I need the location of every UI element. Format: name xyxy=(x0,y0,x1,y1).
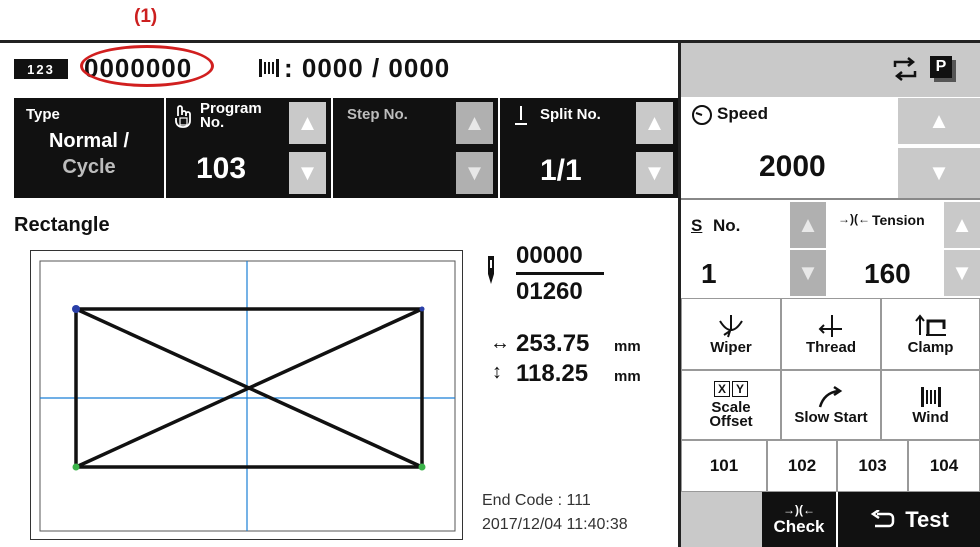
arrow-up-icon: ▲ xyxy=(643,110,666,135)
arrow-up-icon: ▲ xyxy=(463,110,486,135)
test-label: Test xyxy=(905,506,949,532)
wiper-button[interactable]: Wiper xyxy=(681,298,781,370)
step-label: Step No. xyxy=(347,106,408,123)
pattern-drawing xyxy=(39,260,456,532)
program-label: Program No. xyxy=(200,100,262,131)
callout-ellipse xyxy=(80,45,214,87)
clamp-icon xyxy=(914,313,946,336)
corner-point xyxy=(72,463,80,471)
speed-down-button[interactable]: ▼ xyxy=(898,148,980,198)
wind-label: Wind xyxy=(912,408,949,426)
type-value-line2: Cycle xyxy=(62,156,116,178)
arrow-up-icon: ▲ xyxy=(951,212,973,237)
stitch-total: 01260 xyxy=(516,278,583,305)
arrow-down-icon: ▼ xyxy=(951,260,973,285)
program-shortcut-button[interactable]: 104 xyxy=(908,440,980,492)
stitch-current: 00000 xyxy=(516,242,583,269)
type-value-line1: Normal / xyxy=(48,130,130,152)
program-shortcut-button[interactable]: 102 xyxy=(767,440,837,492)
pattern-preview[interactable] xyxy=(30,250,463,540)
s-number-down-button[interactable]: ▼ xyxy=(790,250,826,296)
s-number-value: 1 xyxy=(701,258,717,289)
needle-icon xyxy=(483,254,499,286)
arrow-down-icon: ▼ xyxy=(296,160,319,185)
wind-button[interactable]: Wind xyxy=(881,370,980,440)
arrow-up-icon: ▲ xyxy=(928,108,950,133)
split-down-button[interactable]: ▼ xyxy=(636,152,673,194)
tension-value: 160 xyxy=(864,258,911,289)
width-value: 253.75 xyxy=(516,330,590,357)
program-hand-icon xyxy=(172,104,194,130)
check-label: Check xyxy=(773,516,825,536)
step-up-button[interactable]: ▲ xyxy=(456,102,493,144)
xy-icon: X Y xyxy=(714,381,748,397)
tension-up-button[interactable]: ▲ xyxy=(944,202,980,248)
split-label: Split No. xyxy=(540,106,601,123)
speed-value: 2000 xyxy=(759,150,826,183)
speed-up-button[interactable]: ▲ xyxy=(898,98,980,146)
arrow-up-icon: ▲ xyxy=(797,212,819,237)
step-down-button[interactable]: ▼ xyxy=(456,152,493,194)
bobbin-wind-icon xyxy=(920,386,941,407)
start-point xyxy=(72,305,80,313)
program-shortcut-button[interactable]: 103 xyxy=(837,440,908,492)
slow-start-icon xyxy=(818,385,843,407)
program-down-button[interactable]: ▼ xyxy=(289,152,326,194)
end-code: End Code : 111 xyxy=(482,492,591,509)
program-shortcut-button[interactable]: 101 xyxy=(681,440,767,492)
s-glyph: S xyxy=(691,216,703,235)
callout-label: (1) xyxy=(134,6,158,27)
cycle-switch-icon[interactable] xyxy=(890,55,920,83)
bobbin-counter[interactable]: : 0000 / 0000 xyxy=(284,53,450,84)
thread-trim-icon xyxy=(818,314,842,337)
speed-label: Speed xyxy=(717,104,769,123)
speed-gauge-icon xyxy=(691,104,713,126)
s-number-label: No. xyxy=(713,216,741,235)
return-arrow-icon xyxy=(870,509,895,527)
counter-icon: 123 xyxy=(14,59,68,79)
check-tension-icon: →)(← xyxy=(783,502,815,517)
height-value: 118.25 xyxy=(516,360,589,387)
timestamp: 2017/12/04 11:40:38 xyxy=(482,516,628,533)
wiper-icon xyxy=(719,314,743,337)
type-label: Type xyxy=(26,106,60,123)
slow-start-button[interactable]: Slow Start xyxy=(781,370,881,440)
program-number: 103 xyxy=(196,152,247,185)
bobbin-wind-icon xyxy=(258,57,280,79)
type-panel[interactable]: Type Normal / Cycle xyxy=(14,98,164,198)
arrow-down-icon: ▼ xyxy=(797,260,819,285)
corner-point xyxy=(418,463,426,471)
split-up-button[interactable]: ▲ xyxy=(636,102,673,144)
thread-label: Thread xyxy=(805,338,856,356)
corner-point xyxy=(419,306,425,312)
test-button[interactable]: Test xyxy=(838,492,980,547)
tension-down-button[interactable]: ▼ xyxy=(944,250,980,296)
program-up-button[interactable]: ▲ xyxy=(289,102,326,144)
split-value: 1/1 xyxy=(540,154,582,187)
scale-offset-button[interactable]: X Y Scale Offset xyxy=(681,370,781,440)
program-mode-icon[interactable]: P xyxy=(930,56,956,82)
width-icon: ↔ xyxy=(490,332,510,354)
height-icon: ↕ xyxy=(492,361,502,383)
width-unit: mm xyxy=(614,338,641,355)
fraction-bar xyxy=(516,272,604,275)
clamp-label: Clamp xyxy=(907,338,954,356)
thread-button[interactable]: Thread xyxy=(781,298,881,370)
tension-icon: →)(← xyxy=(838,212,870,226)
arrow-down-icon: ▼ xyxy=(463,160,486,185)
offset-label: Offset xyxy=(709,413,753,430)
arrow-up-icon: ▲ xyxy=(296,110,319,135)
arrow-down-icon: ▼ xyxy=(643,160,666,185)
bottom-blank xyxy=(681,492,762,547)
needle-icon xyxy=(514,104,528,128)
slow-start-label: Slow Start xyxy=(794,408,868,426)
pattern-name: Rectangle xyxy=(14,214,110,236)
wiper-label: Wiper xyxy=(710,338,752,356)
s-number-up-button[interactable]: ▲ xyxy=(790,202,826,248)
height-unit: mm xyxy=(614,368,641,385)
tension-label: Tension xyxy=(872,212,925,228)
check-button[interactable]: →)(← Check xyxy=(762,492,836,547)
arrow-down-icon: ▼ xyxy=(928,160,950,185)
clamp-button[interactable]: Clamp xyxy=(881,298,980,370)
